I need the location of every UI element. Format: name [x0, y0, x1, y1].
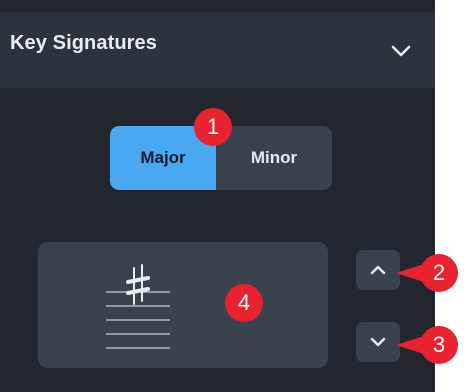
step-down-button[interactable]	[356, 322, 400, 362]
key-signature-preview[interactable]	[38, 242, 328, 368]
panel-title: Key Signatures	[10, 32, 158, 54]
sharp-icon	[106, 264, 170, 349]
step-up-button[interactable]	[356, 250, 400, 290]
key-signatures-panel: Key Signatures Major Minor	[0, 0, 435, 392]
callout-1: 1	[194, 108, 232, 146]
chevron-down-icon[interactable]	[388, 38, 414, 64]
minor-button[interactable]: Minor	[216, 126, 332, 190]
callout-3: 3	[420, 326, 458, 364]
chevron-up-icon	[370, 265, 386, 275]
callout-2: 2	[420, 254, 458, 292]
panel-header[interactable]: Key Signatures	[0, 12, 435, 88]
callout-4: 4	[225, 284, 263, 322]
chevron-down-icon	[370, 337, 386, 347]
